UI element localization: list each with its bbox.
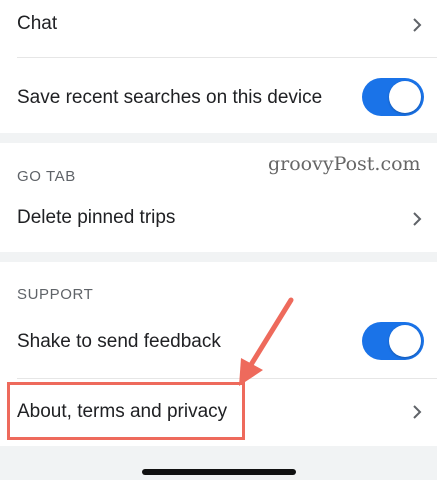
shake-feedback-row: Shake to send feedback: [0, 311, 437, 377]
shake-feedback-label: Shake to send feedback: [17, 331, 221, 352]
shake-feedback-toggle[interactable]: [362, 322, 424, 360]
chevron-right-icon: [413, 212, 422, 226]
chat-label: Chat: [17, 13, 58, 34]
chat-row[interactable]: Chat: [0, 0, 437, 57]
watermark: groovyPost.com: [268, 153, 421, 175]
chevron-right-icon: [413, 405, 422, 419]
support-header: SUPPORT: [17, 286, 94, 303]
annotation-arrow-icon: [239, 297, 294, 386]
home-indicator: [142, 469, 296, 475]
toggle-knob: [389, 325, 421, 357]
delete-pinned-trips-label: Delete pinned trips: [17, 207, 176, 228]
section-gap: [0, 133, 437, 143]
toggle-knob: [389, 81, 421, 113]
delete-pinned-trips-row[interactable]: Delete pinned trips: [0, 193, 437, 244]
save-searches-label: Save recent searches on this device: [17, 87, 323, 108]
chevron-right-icon: [413, 18, 422, 32]
section-gap: [0, 252, 437, 262]
highlight-box: [7, 382, 245, 440]
save-searches-toggle[interactable]: [362, 78, 424, 116]
save-searches-row: Save recent searches on this device: [0, 58, 437, 133]
go-tab-header: GO TAB: [17, 168, 76, 185]
